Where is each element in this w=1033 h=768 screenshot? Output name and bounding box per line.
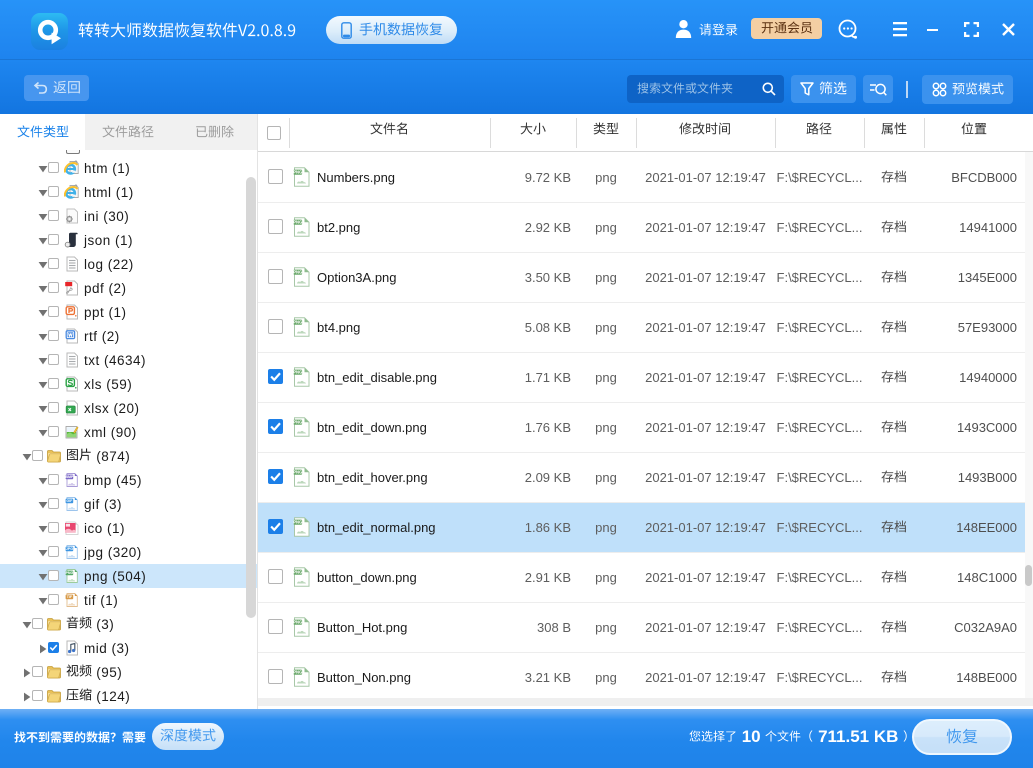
svg-text:PNG: PNG — [293, 320, 302, 325]
svg-text:BMP: BMP — [65, 475, 74, 479]
svg-text:PNG: PNG — [293, 670, 302, 675]
svg-text:TIF: TIF — [67, 595, 73, 599]
svg-text:JPG: JPG — [66, 547, 73, 551]
svg-text:PNG: PNG — [293, 220, 302, 225]
svg-text:PNG: PNG — [293, 470, 302, 475]
svg-text:GIF: GIF — [66, 499, 73, 503]
svg-text:PNG: PNG — [293, 170, 302, 175]
svg-text:PNG: PNG — [293, 520, 302, 525]
svg-text:PNG: PNG — [293, 420, 302, 425]
svg-text:PNG: PNG — [293, 620, 302, 625]
svg-text:PNG: PNG — [293, 570, 302, 575]
svg-text:PNG: PNG — [293, 370, 302, 375]
svg-text:PNG: PNG — [66, 571, 74, 575]
svg-text:PNG: PNG — [293, 270, 302, 275]
